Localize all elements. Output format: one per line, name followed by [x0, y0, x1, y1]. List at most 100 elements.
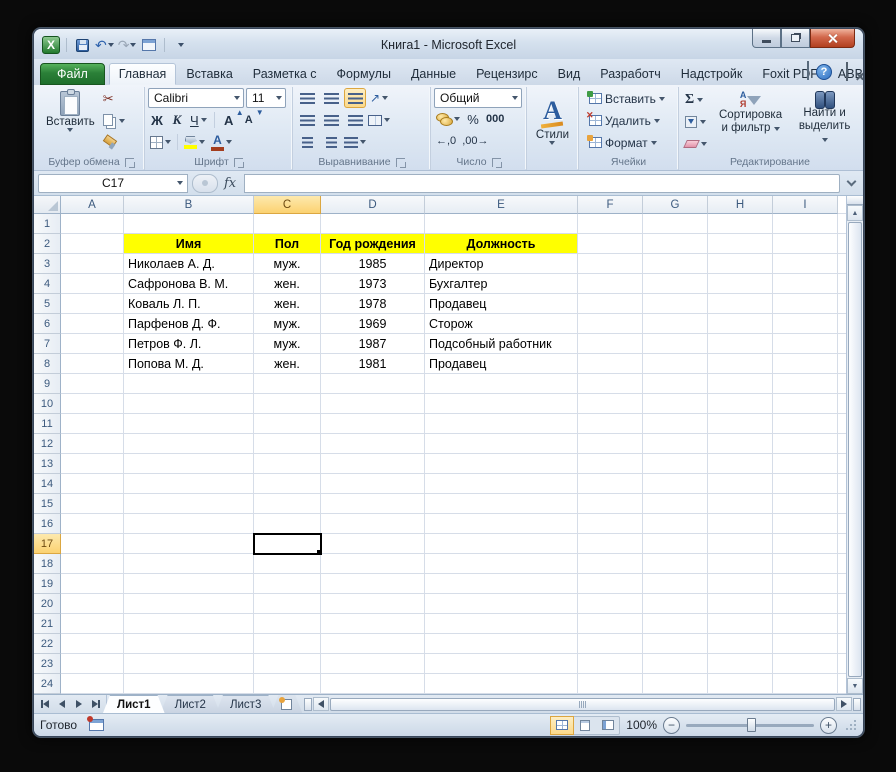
cell-F21[interactable] — [578, 614, 643, 634]
cell-C24[interactable] — [254, 674, 321, 694]
cell-D12[interactable] — [321, 434, 425, 454]
vertical-scrollbar[interactable]: ▲ ▼ — [846, 196, 863, 694]
cell-H1[interactable] — [708, 214, 773, 234]
cell-B21[interactable] — [124, 614, 254, 634]
zoom-slider[interactable] — [686, 717, 814, 732]
cell-B11[interactable] — [124, 414, 254, 434]
expand-formula-bar-button[interactable] — [843, 174, 859, 193]
delete-cells-button[interactable]: Удалить — [586, 110, 675, 131]
cell-E9[interactable] — [425, 374, 578, 394]
redo-button[interactable]: ↷ — [118, 35, 137, 55]
cell-I1[interactable] — [773, 214, 838, 234]
cell-H17[interactable] — [708, 534, 773, 554]
cell-E19[interactable] — [425, 574, 578, 594]
orientation-button[interactable]: ↗ — [368, 88, 390, 108]
cell-H11[interactable] — [708, 414, 773, 434]
clear-button[interactable] — [682, 133, 710, 154]
cell-C14[interactable] — [254, 474, 321, 494]
row-header-15[interactable]: 15 — [34, 494, 61, 514]
cell-E1[interactable] — [425, 214, 578, 234]
cell-B23[interactable] — [124, 654, 254, 674]
decrease-decimal-button[interactable]: ,00→ — [460, 131, 490, 151]
insert-cells-button[interactable]: Вставить — [586, 88, 675, 109]
cell-C10[interactable] — [254, 394, 321, 414]
cell-B16[interactable] — [124, 514, 254, 534]
cell-H13[interactable] — [708, 454, 773, 474]
align-middle-button[interactable] — [320, 88, 342, 108]
cell-C19[interactable] — [254, 574, 321, 594]
cell-H5[interactable] — [708, 294, 773, 314]
cell-E18[interactable] — [425, 554, 578, 574]
workbook-restore-button[interactable] — [846, 62, 848, 81]
cell-C7[interactable]: муж. — [254, 334, 321, 354]
cell-G12[interactable] — [643, 434, 708, 454]
cell-H10[interactable] — [708, 394, 773, 414]
column-header-G[interactable]: G — [643, 196, 708, 214]
cell-G20[interactable] — [643, 594, 708, 614]
cell-D3[interactable]: 1985 — [321, 254, 425, 274]
cell-I9[interactable] — [773, 374, 838, 394]
row-header-2[interactable]: 2 — [34, 234, 61, 254]
column-header-I[interactable]: I — [773, 196, 838, 214]
cell-A19[interactable] — [61, 574, 124, 594]
cell-F15[interactable] — [578, 494, 643, 514]
cell-I18[interactable] — [773, 554, 838, 574]
cell-A5[interactable] — [61, 294, 124, 314]
fill-button[interactable] — [682, 111, 710, 132]
cell-G21[interactable] — [643, 614, 708, 634]
cell-D8[interactable]: 1981 — [321, 354, 425, 374]
scroll-left-button[interactable] — [313, 697, 330, 711]
cell-H8[interactable] — [708, 354, 773, 374]
cell-A24[interactable] — [61, 674, 124, 694]
cell-F8[interactable] — [578, 354, 643, 374]
cell-B7[interactable]: Петров Ф. Л. — [124, 334, 254, 354]
cell-A11[interactable] — [61, 414, 124, 434]
sheet-tab-2[interactable]: Лист2 — [161, 695, 220, 713]
cell-A18[interactable] — [61, 554, 124, 574]
font-size-select[interactable]: 11 — [246, 88, 286, 108]
cell-I6[interactable] — [773, 314, 838, 334]
underline-button[interactable]: Ч — [188, 110, 209, 130]
cell-F5[interactable] — [578, 294, 643, 314]
cell-B6[interactable]: Парфенов Д. Ф. — [124, 314, 254, 334]
cell-D6[interactable]: 1969 — [321, 314, 425, 334]
cell-H6[interactable] — [708, 314, 773, 334]
cell-A9[interactable] — [61, 374, 124, 394]
cell-E17[interactable] — [425, 534, 578, 554]
cell-G7[interactable] — [643, 334, 708, 354]
cell-C4[interactable]: жен. — [254, 274, 321, 294]
cell-C5[interactable]: жен. — [254, 294, 321, 314]
cell-C1[interactable] — [254, 214, 321, 234]
cell-F16[interactable] — [578, 514, 643, 534]
cell-F24[interactable] — [578, 674, 643, 694]
collapse-ribbon-button[interactable] — [807, 61, 809, 81]
row-header-9[interactable]: 9 — [34, 374, 61, 394]
increase-decimal-button[interactable]: ←,0 — [434, 131, 458, 151]
cell-E22[interactable] — [425, 634, 578, 654]
cell-styles-button[interactable]: A Стили — [531, 95, 574, 148]
cell-F4[interactable] — [578, 274, 643, 294]
cell-H24[interactable] — [708, 674, 773, 694]
cell-A20[interactable] — [61, 594, 124, 614]
cell-E6[interactable]: Сторож — [425, 314, 578, 334]
row-header-3[interactable]: 3 — [34, 254, 61, 274]
minimize-button[interactable] — [752, 29, 781, 48]
row-header-21[interactable]: 21 — [34, 614, 61, 634]
cell-E10[interactable] — [425, 394, 578, 414]
cell-G8[interactable] — [643, 354, 708, 374]
cell-I23[interactable] — [773, 654, 838, 674]
cell-G23[interactable] — [643, 654, 708, 674]
copy-button[interactable] — [100, 110, 128, 131]
cell-I17[interactable] — [773, 534, 838, 554]
cell-F22[interactable] — [578, 634, 643, 654]
cell-A8[interactable] — [61, 354, 124, 374]
table-properties-button[interactable] — [140, 35, 158, 55]
cell-I15[interactable] — [773, 494, 838, 514]
name-box[interactable]: C17 — [38, 173, 188, 193]
resize-grip[interactable] — [845, 719, 857, 731]
cell-A22[interactable] — [61, 634, 124, 654]
cell-E3[interactable]: Директор — [425, 254, 578, 274]
column-header-B[interactable]: B — [124, 196, 254, 214]
dialog-launcher-icon[interactable] — [124, 157, 135, 168]
cell-D1[interactable] — [321, 214, 425, 234]
